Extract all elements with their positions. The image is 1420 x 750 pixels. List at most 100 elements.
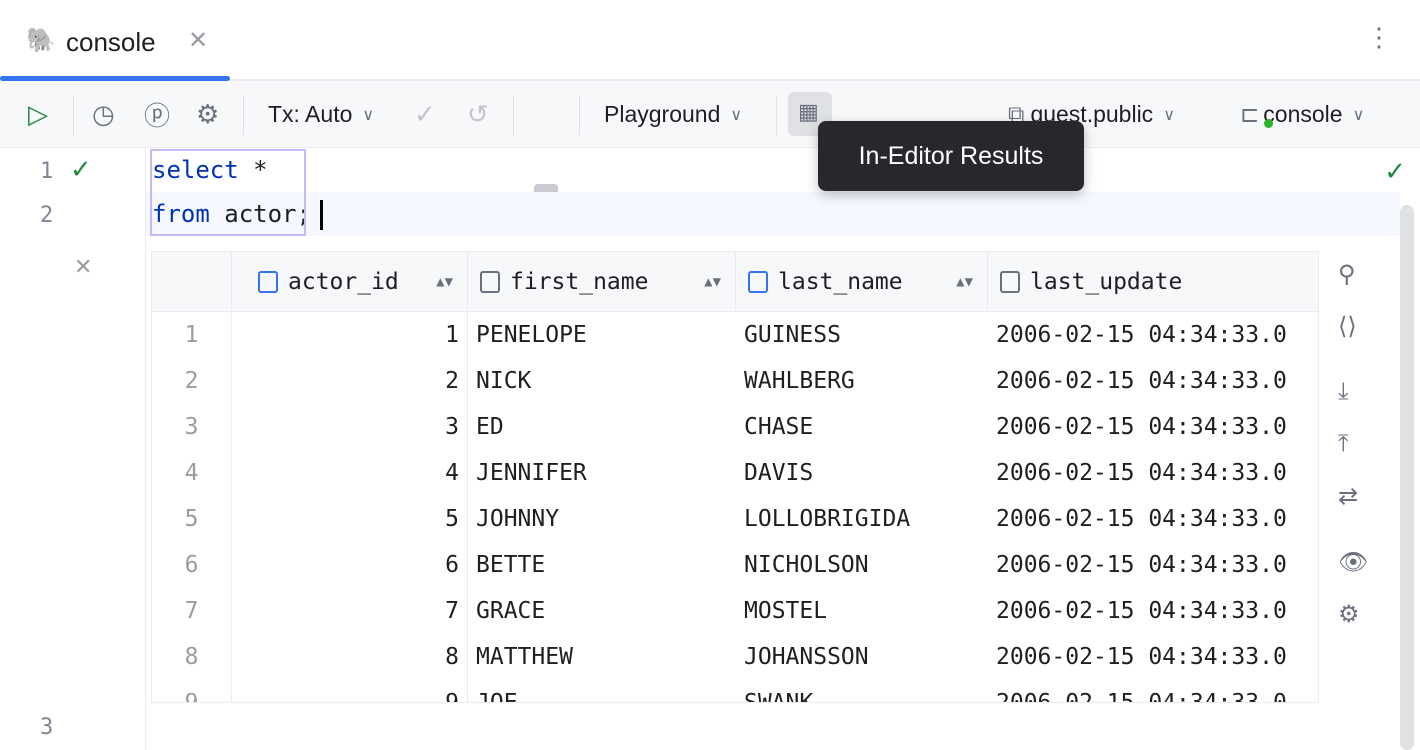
postgresql-icon: 🐘 <box>26 26 56 55</box>
table-cell[interactable]: SWANK <box>736 680 988 703</box>
view-as-code-icon[interactable]: ⟨⟩ <box>1338 312 1357 341</box>
table-row[interactable]: 55JOHNNYLOLLOBRIGIDA2006-02-15 04:34:33.… <box>152 496 1319 542</box>
settings-icon[interactable]: ⚙ <box>1338 600 1360 629</box>
rollback-icon[interactable]: ↺ <box>467 81 489 148</box>
upload-icon[interactable]: ⤒ <box>1338 430 1349 458</box>
table-cell[interactable]: 2006-02-15 04:34:33.0 <box>988 496 1319 542</box>
search-icon[interactable]: ⚲ <box>1338 260 1356 289</box>
toolbar: ▷ ◷ ⓟ ⚙ Tx: Auto∨ ✓ ↺ Playground∨ ⧉guest… <box>0 81 1420 148</box>
column-icon <box>1000 271 1020 293</box>
column-icon <box>480 271 500 293</box>
column-header-first-name[interactable]: first_name▲▼ <box>468 252 736 312</box>
success-check-icon: ✓ <box>70 154 92 185</box>
table-cell[interactable]: JENNIFER <box>468 450 736 496</box>
line-number: 3 <box>40 715 53 740</box>
close-results-icon[interactable]: ✕ <box>74 254 92 280</box>
table-cell[interactable]: 2006-02-15 04:34:33.0 <box>988 358 1319 404</box>
table-cell[interactable]: PENELOPE <box>468 312 736 358</box>
vertical-scrollbar[interactable] <box>1400 205 1414 750</box>
view-icon[interactable]: 👁 <box>1338 548 1368 577</box>
table-cell[interactable]: 3 <box>232 404 468 450</box>
table-cell[interactable]: 2006-02-15 04:34:33.0 <box>988 680 1319 703</box>
table-cell[interactable]: 8 <box>232 634 468 680</box>
tab-title: console <box>66 27 156 58</box>
table-cell[interactable]: LOLLOBRIGIDA <box>736 496 988 542</box>
table-cell[interactable]: 1 <box>232 312 468 358</box>
transaction-mode-dropdown[interactable]: Tx: Auto∨ <box>268 81 374 148</box>
playground-mode-dropdown[interactable]: Playground∨ <box>604 81 742 148</box>
row-number: 4 <box>152 450 232 496</box>
table-cell[interactable]: 2006-02-15 04:34:33.0 <box>988 312 1319 358</box>
table-cell[interactable]: JOHANSSON <box>736 634 988 680</box>
tab-console[interactable]: 🐘 console ✕ <box>0 0 230 81</box>
download-icon[interactable]: ⤓ <box>1338 378 1349 406</box>
row-number: 2 <box>152 358 232 404</box>
row-number: 5 <box>152 496 232 542</box>
table-cell[interactable]: CHASE <box>736 404 988 450</box>
row-number: 8 <box>152 634 232 680</box>
table-cell[interactable]: 4 <box>232 450 468 496</box>
sort-icon[interactable]: ▲▼ <box>956 274 973 290</box>
row-number: 7 <box>152 588 232 634</box>
text-caret <box>320 200 323 230</box>
column-header-last-update[interactable]: last_update <box>988 252 1319 312</box>
table-row[interactable]: 99JOESWANK2006-02-15 04:34:33.0 <box>152 680 1319 703</box>
table-cell[interactable]: WAHLBERG <box>736 358 988 404</box>
history-icon[interactable]: ◷ <box>92 81 115 148</box>
more-options-icon[interactable]: ⋮ <box>1366 24 1392 50</box>
table-cell[interactable]: MATTHEW <box>468 634 736 680</box>
table-row[interactable]: 11PENELOPEGUINESS2006-02-15 04:34:33.0 <box>152 312 1319 358</box>
table-cell[interactable]: 6 <box>232 542 468 588</box>
table-cell[interactable]: 9 <box>232 680 468 703</box>
row-number: 9 <box>152 680 232 703</box>
sort-icon[interactable]: ▲▼ <box>436 274 453 290</box>
explain-plan-icon[interactable]: ⓟ <box>144 81 170 148</box>
table-cell[interactable]: 5 <box>232 496 468 542</box>
row-number: 3 <box>152 404 232 450</box>
indexed-column-icon <box>748 271 768 293</box>
table-cell[interactable]: DAVIS <box>736 450 988 496</box>
table-cell[interactable]: 2 <box>232 358 468 404</box>
table-row[interactable]: 66BETTENICHOLSON2006-02-15 04:34:33.0 <box>152 542 1319 588</box>
table-cell[interactable]: GUINESS <box>736 312 988 358</box>
table-row[interactable]: 77GRACEMOSTEL2006-02-15 04:34:33.0 <box>152 588 1319 634</box>
column-header-actor-id[interactable]: actor_id▲▼ <box>232 252 468 312</box>
table-cell[interactable]: 2006-02-15 04:34:33.0 <box>988 404 1319 450</box>
table-row[interactable]: 88MATTHEWJOHANSSON2006-02-15 04:34:33.0 <box>152 634 1319 680</box>
tx-label: Tx: Auto <box>268 101 352 128</box>
table-cell[interactable]: 2006-02-15 04:34:33.0 <box>988 542 1319 588</box>
results-grid: actor_id▲▼ first_name▲▼ last_name▲▼ last… <box>151 251 1319 703</box>
run-icon[interactable]: ▷ <box>28 81 48 148</box>
tab-bar: 🐘 console ✕ ⋮ <box>0 0 1420 81</box>
sort-icon[interactable]: ▲▼ <box>704 274 721 290</box>
table-cell[interactable]: JOE <box>468 680 736 703</box>
inspection-ok-icon: ✓ <box>1384 156 1406 187</box>
table-row[interactable]: 44JENNIFERDAVIS2006-02-15 04:34:33.0 <box>152 450 1319 496</box>
commit-icon[interactable]: ✓ <box>414 81 436 148</box>
table-cell[interactable]: 7 <box>232 588 468 634</box>
table-cell[interactable]: JOHNNY <box>468 496 736 542</box>
table-cell[interactable]: BETTE <box>468 542 736 588</box>
table-cell[interactable]: GRACE <box>468 588 736 634</box>
settings-icon[interactable]: ⚙ <box>196 81 219 148</box>
column-header-last-name[interactable]: last_name▲▼ <box>736 252 988 312</box>
connection-plug-icon: ⊏ <box>1240 101 1259 128</box>
table-icon: ▦ <box>798 99 819 125</box>
compare-icon[interactable]: ⇄ <box>1338 482 1358 511</box>
table-cell[interactable]: NICK <box>468 358 736 404</box>
line-number: 1 <box>40 159 53 184</box>
close-tab-icon[interactable]: ✕ <box>188 26 208 55</box>
session-selector[interactable]: ⊏console∨ <box>1240 81 1364 148</box>
mode-label: Playground <box>604 101 720 128</box>
table-cell[interactable]: NICHOLSON <box>736 542 988 588</box>
chevron-down-icon: ∨ <box>1163 105 1175 125</box>
table-cell[interactable]: 2006-02-15 04:34:33.0 <box>988 634 1319 680</box>
tooltip: In-Editor Results <box>818 121 1084 191</box>
table-cell[interactable]: 2006-02-15 04:34:33.0 <box>988 450 1319 496</box>
table-cell[interactable]: 2006-02-15 04:34:33.0 <box>988 588 1319 634</box>
table-cell[interactable]: ED <box>468 404 736 450</box>
table-cell[interactable]: MOSTEL <box>736 588 988 634</box>
line-number: 2 <box>40 203 53 228</box>
table-row[interactable]: 22NICKWAHLBERG2006-02-15 04:34:33.0 <box>152 358 1319 404</box>
table-row[interactable]: 33EDCHASE2006-02-15 04:34:33.0 <box>152 404 1319 450</box>
